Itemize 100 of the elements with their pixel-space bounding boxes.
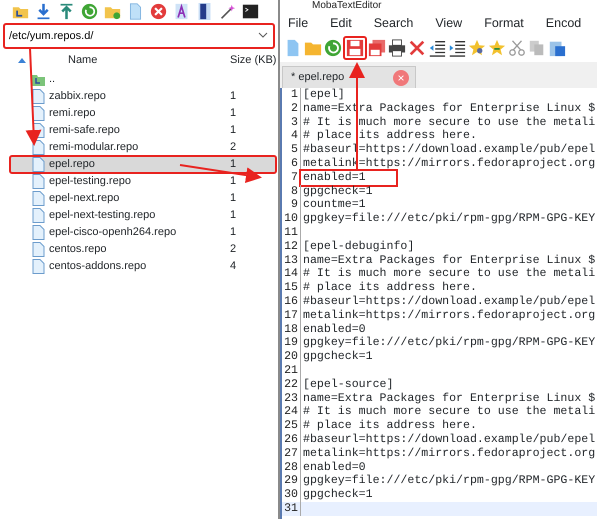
save-icon: [346, 39, 364, 57]
delete-icon[interactable]: [150, 2, 167, 20]
code-line: gpgkey=file:///etc/pki/rpm-gpg/RPM-GPG-KEY: [302, 212, 596, 226]
file-icon: [32, 208, 45, 223]
menu-item[interactable]: Format: [484, 14, 524, 32]
menu-item[interactable]: Encod: [546, 14, 582, 32]
text-icon[interactable]: [173, 2, 190, 20]
file-row[interactable]: epel-next.repo 1: [10, 190, 276, 207]
file-row[interactable]: remi-safe.repo 1: [10, 122, 276, 139]
refresh-icon[interactable]: [81, 2, 98, 20]
star-icon[interactable]: [488, 39, 506, 57]
file-row[interactable]: remi-modular.repo 2: [10, 139, 276, 156]
book-icon[interactable]: [196, 2, 213, 20]
line-number: 20: [282, 350, 301, 364]
file-icon: [32, 259, 45, 274]
file-row[interactable]: centos-addons.repo 4: [10, 258, 276, 275]
file-icon: [32, 106, 45, 121]
file-icon: [32, 174, 45, 189]
line-number: 14: [282, 267, 301, 282]
file-tab[interactable]: * epel.repo ×: [282, 66, 416, 88]
magic-wand-icon[interactable]: [219, 2, 236, 20]
menu-item[interactable]: Edit: [330, 14, 352, 32]
line-number: 22: [282, 378, 301, 392]
outdent-icon[interactable]: [428, 39, 446, 57]
file-row[interactable]: zabbix.repo 1: [10, 88, 276, 105]
file-icon: [32, 157, 45, 172]
line-number: 6: [282, 156, 301, 171]
code-line: # place its address here.: [302, 419, 477, 433]
code-line: enabled=0: [302, 460, 366, 474]
code-line: name=Extra Packages for Enterprise Linux $: [302, 254, 596, 268]
sort-arrow-icon: [18, 58, 26, 62]
code-line: gpgkey=file:///etc/pki/rpm-gpg/RPM-GPG-KEY: [302, 336, 596, 350]
line-number: 16: [282, 294, 301, 309]
menu-item[interactable]: View: [435, 14, 462, 32]
file-row[interactable]: epel-testing.repo 1: [10, 173, 276, 190]
menu-item[interactable]: File: [288, 14, 308, 32]
path-field[interactable]: /etc/yum.repos.d/: [4, 24, 274, 48]
save-button[interactable]: [344, 37, 366, 59]
download-icon[interactable]: [35, 2, 52, 20]
code-line: #baseurl=https://download.example/pub/epel: [302, 294, 596, 309]
file-icon: [32, 89, 45, 104]
file-row[interactable]: remi.repo 1: [10, 105, 276, 122]
line-number: 13: [282, 254, 301, 268]
dropdown-caret-icon: [258, 32, 268, 38]
file-row[interactable]: epel-cisco-openh264.repo 1: [10, 224, 276, 241]
column-header[interactable]: Size (KB): [230, 52, 278, 68]
line-number: 7: [282, 170, 301, 185]
line-number: 5: [282, 143, 301, 157]
terminal-icon[interactable]: [242, 2, 259, 20]
code-line: [epel-debuginfo]: [302, 240, 414, 254]
scissors-icon[interactable]: [508, 39, 526, 57]
line-number: 19: [282, 336, 301, 350]
line-number: 27: [282, 446, 301, 461]
parent-folder-icon: [32, 72, 45, 87]
code-line: # place its address here.: [302, 129, 477, 144]
line-number: 17: [282, 308, 301, 323]
upload-icon[interactable]: [58, 2, 75, 20]
code-line: #baseurl=https://download.example/pub/epel: [302, 432, 596, 447]
file-icon[interactable]: [127, 2, 144, 20]
file-row[interactable]: epel-next-testing.repo 1: [10, 207, 276, 224]
menu-item[interactable]: Search: [374, 14, 414, 32]
paste-icon[interactable]: [548, 39, 566, 57]
line-number: 11: [282, 226, 301, 240]
line-number: 15: [282, 281, 301, 295]
code-line: # It is much more secure to use the metali: [302, 116, 596, 130]
file-icon: [32, 191, 45, 206]
delete-icon[interactable]: [408, 39, 426, 57]
line-number: 29: [282, 474, 301, 488]
save-all-icon[interactable]: [368, 39, 386, 57]
code-line: gpgkey=file:///etc/pki/rpm-gpg/RPM-GPG-KEY: [302, 474, 596, 488]
file-row[interactable]: ..: [10, 71, 276, 88]
code-line: gpgcheck=1: [302, 350, 373, 364]
line-number: 2: [282, 102, 301, 116]
line-number: 23: [282, 392, 301, 406]
line-number: 9: [282, 198, 301, 212]
line-number: 10: [282, 212, 301, 226]
line-number: 26: [282, 432, 301, 447]
code-line: enabled=1: [301, 170, 396, 185]
refresh-icon[interactable]: [324, 39, 342, 57]
line-number: 28: [282, 460, 301, 474]
print-icon[interactable]: [388, 39, 406, 57]
file-row[interactable]: centos.repo 2: [10, 241, 276, 258]
file-icon: [32, 225, 45, 240]
code-line: metalink=https://mirrors.fedoraproject.org: [302, 446, 596, 461]
code-line: # It is much more secure to use the metali: [302, 405, 596, 420]
code-line: metalink=https://mirrors.fedoraproject.org: [302, 308, 596, 323]
line-number: 12: [282, 240, 301, 254]
star-icon[interactable]: [468, 39, 486, 57]
line-number: 4: [282, 129, 301, 144]
file-row[interactable]: epel.repo 1: [10, 156, 276, 173]
line-number: 8: [282, 184, 301, 198]
column-header[interactable]: Name: [26, 52, 230, 68]
line-number: 21: [282, 364, 301, 378]
code-line: [epel-source]: [302, 378, 394, 392]
code-line: name=Extra Packages for Enterprise Linux $: [302, 392, 596, 406]
code-line: gpgcheck=1: [302, 488, 373, 502]
code-line: enabled=0: [302, 322, 366, 336]
indent-icon[interactable]: [448, 39, 466, 57]
line-number: 25: [282, 419, 301, 433]
line-number: 3: [282, 116, 301, 130]
